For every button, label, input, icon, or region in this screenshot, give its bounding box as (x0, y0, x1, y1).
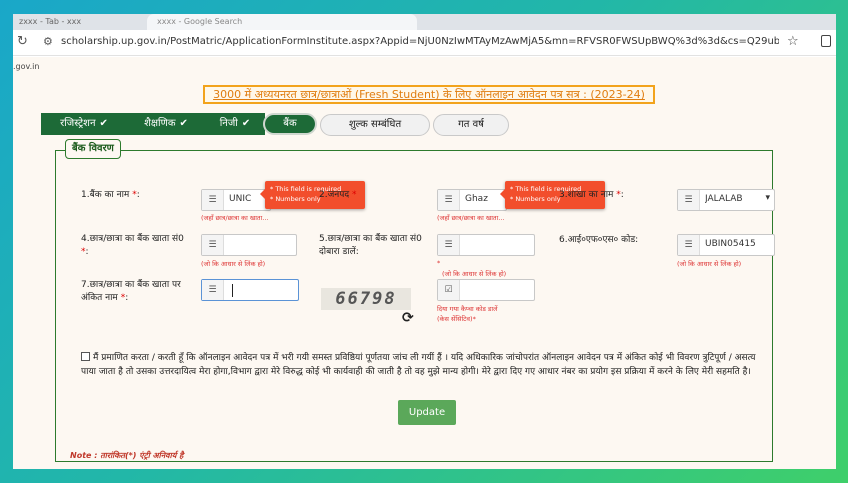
tab-previous-year[interactable]: गत वर्ष (433, 114, 509, 136)
address-bar-row: ↻ ⚙ scholarship.up.gov.in/PostMatric/App… (13, 30, 836, 56)
declaration-text: मैं प्रमाणित करता / करती हूँ कि ऑनलाइन आ… (81, 352, 756, 377)
account-confirm-required: * (437, 259, 441, 267)
district-value: Ghaz (465, 194, 488, 204)
check-icon: ✔ (179, 118, 188, 129)
chevron-down-icon: ▾ (765, 193, 770, 203)
district-label: 2.जनपद * (319, 190, 357, 200)
declaration-checkbox[interactable] (81, 352, 90, 361)
tab-label: शैक्षणिक (144, 118, 176, 129)
browser-tab-2[interactable]: xxxx - Google Search (147, 14, 417, 30)
tab-educational[interactable]: शैक्षणिक ✔ (127, 113, 205, 135)
account-confirm-label: 5.छात्र/छात्रा का बैंक खाता सं0 दोबारा ड… (319, 234, 422, 257)
check-icon: ✔ (241, 118, 251, 129)
captcha-image: 66798 (321, 288, 411, 310)
check-icon: ✔ (99, 118, 108, 129)
ifsc-hint: (जो कि आधार से लिंक हो) (677, 260, 742, 268)
domain-fragment: .gov.in (13, 62, 40, 71)
tab-label: रजिस्ट्रेशन (60, 118, 96, 129)
account-confirm-input[interactable]: ☰ (437, 234, 535, 256)
district-hint: (जहाँ छात्र/छात्रा का खाता... (437, 214, 505, 222)
text-cursor (232, 284, 233, 297)
bank-name-label: 1.बैंक का नाम *: (81, 190, 140, 200)
bookmark-star-icon[interactable]: ☆ (787, 34, 799, 49)
list-icon: ☰ (678, 190, 700, 210)
bank-name-value: UNIC (229, 194, 252, 204)
tab-label: बैंक (283, 118, 297, 129)
address-bar[interactable]: scholarship.up.gov.in/PostMatric/Applica… (61, 36, 779, 50)
captcha-input[interactable]: ☑ (437, 279, 535, 301)
account-holder-input[interactable]: ☰ (201, 279, 299, 301)
tab-label: निजी (219, 118, 238, 129)
captcha-hint: दिया गया कैप्चा कोड डालें (437, 305, 498, 313)
list-icon: ☰ (202, 235, 224, 255)
side-panel-icon[interactable] (821, 35, 831, 47)
captcha-case-hint: (केस सेंसिटिव)* (437, 315, 476, 323)
refresh-captcha-icon[interactable]: ⟳ (402, 310, 414, 326)
tab-label: गत वर्ष (458, 119, 484, 130)
account-number-label: 4.छात्र/छात्रा का बैंक खाता सं0 *: (81, 234, 184, 257)
list-icon: ☰ (202, 280, 224, 300)
list-icon: ☰ (438, 190, 460, 210)
district-select[interactable]: ☰ Ghaz (437, 189, 507, 211)
tab-registration[interactable]: रजिस्ट्रेशन ✔ (41, 113, 127, 135)
ifsc-input[interactable]: ☰ UBIN05415 (677, 234, 775, 256)
browser-tab-1[interactable]: zxxx - Tab - xxx (13, 14, 123, 30)
branch-select[interactable]: ☰ JALALAB ▾ (677, 189, 775, 211)
branch-label: 3.शाखा का नाम *: (559, 190, 624, 200)
browser-window: zxxx - Tab - xxx xxxx - Google Search ↻ … (13, 14, 836, 469)
account-number-input[interactable]: ☰ (201, 234, 297, 256)
account-holder-label: 7.छात्र/छात्रा का बैंक खाता पर अंकित नाम… (81, 280, 181, 303)
site-info-icon[interactable]: ⚙ (43, 35, 53, 48)
check-icon: ☑ (438, 280, 460, 300)
reload-icon[interactable]: ↻ (17, 34, 28, 49)
tab-bank[interactable]: बैंक (263, 113, 317, 135)
ifsc-value: UBIN05415 (705, 239, 756, 249)
branch-value: JALALAB (705, 194, 743, 204)
list-icon: ☰ (678, 235, 700, 255)
form-heading: 3000 में अध्ययनरत छात्र/छात्राओं (Fresh … (203, 85, 655, 104)
list-icon: ☰ (202, 190, 224, 210)
tab-strip: zxxx - Tab - xxx xxxx - Google Search (13, 14, 836, 30)
tab-fee-related[interactable]: शुल्क सम्बंधित (320, 114, 430, 136)
tab-personal[interactable]: निजी ✔ (205, 113, 265, 135)
bank-name-hint: (जहाँ छात्र/छात्रा का खाता... (201, 214, 269, 222)
update-button[interactable]: Update (398, 400, 456, 425)
ifsc-label: 6.आई०एफ०एस० कोड: (559, 235, 639, 245)
account-confirm-hint: (जो कि आधार से लिंक हो) (442, 270, 507, 278)
tab-label: शुल्क सम्बंधित (348, 119, 402, 130)
account-number-hint: (जो कि आधार से लिंक हो) (201, 260, 266, 268)
section-title: बैंक विवरण (65, 139, 121, 159)
page-content: .gov.in 3000 में अध्ययनरत छात्र/छात्राओं… (13, 57, 836, 469)
list-icon: ☰ (438, 235, 460, 255)
mandatory-note: Note : तारांकित(*) एंट्री अनिवार्य है (70, 451, 184, 460)
